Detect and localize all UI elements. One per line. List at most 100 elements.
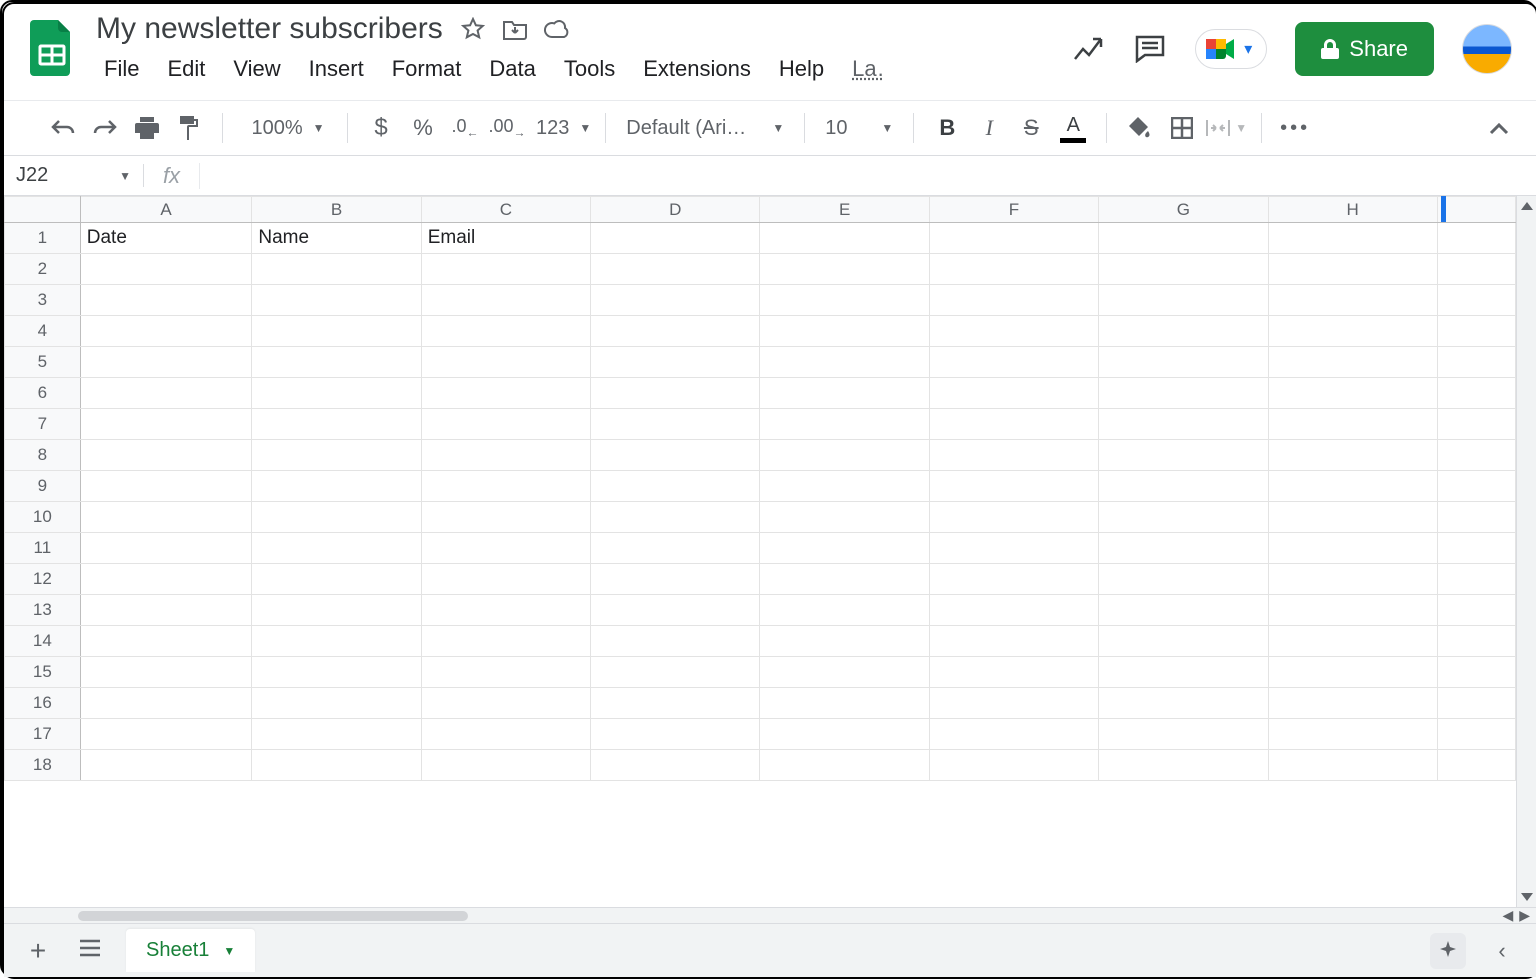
cloud-status-icon[interactable] [543, 15, 571, 43]
format-percent-button[interactable]: % [404, 109, 442, 147]
column-header-C[interactable]: C [421, 197, 590, 223]
collapse-toolbar-button[interactable] [1480, 109, 1518, 147]
cell[interactable] [252, 750, 421, 781]
cell[interactable]: Email [421, 223, 590, 254]
cell[interactable] [760, 378, 929, 409]
column-header-A[interactable]: A [80, 197, 252, 223]
cell[interactable] [929, 378, 1098, 409]
cell[interactable] [929, 750, 1098, 781]
row-header[interactable]: 6 [5, 378, 81, 409]
cell[interactable] [760, 440, 929, 471]
cell[interactable] [80, 285, 252, 316]
cell[interactable] [80, 626, 252, 657]
column-header-F[interactable]: F [929, 197, 1098, 223]
cell[interactable] [1437, 564, 1515, 595]
cell[interactable] [421, 440, 590, 471]
cell[interactable] [80, 750, 252, 781]
row-header[interactable]: 9 [5, 471, 81, 502]
cell[interactable] [252, 254, 421, 285]
merge-cells-button[interactable]: ▼ [1205, 109, 1247, 147]
cell[interactable] [929, 347, 1098, 378]
cell[interactable] [1099, 688, 1268, 719]
cell[interactable] [929, 223, 1098, 254]
cell[interactable] [421, 378, 590, 409]
cell[interactable] [80, 378, 252, 409]
move-to-drive-icon[interactable] [501, 15, 529, 43]
cell[interactable] [760, 564, 929, 595]
cell[interactable] [252, 316, 421, 347]
cell[interactable] [760, 409, 929, 440]
cell[interactable] [929, 502, 1098, 533]
cell[interactable] [591, 595, 760, 626]
cell[interactable] [252, 595, 421, 626]
sheet-tab-active[interactable]: Sheet1 ▼ [126, 929, 255, 972]
cell[interactable] [252, 688, 421, 719]
cell[interactable] [421, 688, 590, 719]
cell[interactable] [1268, 223, 1437, 254]
select-all-corner[interactable] [5, 197, 81, 223]
cell[interactable] [80, 595, 252, 626]
cell[interactable] [1099, 657, 1268, 688]
cell[interactable] [1099, 595, 1268, 626]
cell[interactable] [1437, 254, 1515, 285]
cell[interactable] [591, 409, 760, 440]
cell[interactable] [252, 657, 421, 688]
cell[interactable] [252, 626, 421, 657]
cell[interactable] [760, 347, 929, 378]
row-header[interactable]: 16 [5, 688, 81, 719]
increase-decimal-button[interactable]: .00→ [488, 109, 526, 147]
cell[interactable] [1268, 595, 1437, 626]
format-currency-button[interactable]: $ [362, 109, 400, 147]
cell[interactable] [1268, 533, 1437, 564]
zoom-select[interactable]: 100% ▼ [237, 109, 333, 147]
cell[interactable] [80, 471, 252, 502]
cell[interactable] [760, 285, 929, 316]
row-header[interactable]: 14 [5, 626, 81, 657]
cell[interactable] [80, 688, 252, 719]
row-header[interactable]: 1 [5, 223, 81, 254]
account-avatar[interactable] [1462, 24, 1512, 74]
cell[interactable] [252, 533, 421, 564]
cell[interactable] [421, 595, 590, 626]
cell[interactable] [252, 347, 421, 378]
cell[interactable] [591, 626, 760, 657]
cell[interactable] [591, 347, 760, 378]
cell[interactable] [929, 285, 1098, 316]
cell[interactable] [1099, 750, 1268, 781]
font-family-select[interactable]: Default (Ari… ▼ [620, 109, 790, 147]
horizontal-scrollbar[interactable]: ◀▶ [4, 907, 1536, 923]
spreadsheet-grid[interactable]: ABCDEFGH 1DateNameEmail23456789101112131… [4, 196, 1516, 907]
cell[interactable] [421, 564, 590, 595]
cell[interactable] [591, 750, 760, 781]
cell[interactable] [760, 316, 929, 347]
column-header-D[interactable]: D [591, 197, 760, 223]
column-header-H[interactable]: H [1268, 197, 1437, 223]
cell[interactable] [1268, 409, 1437, 440]
cell[interactable] [1268, 440, 1437, 471]
cell[interactable] [252, 409, 421, 440]
cell[interactable] [252, 378, 421, 409]
menu-insert[interactable]: Insert [295, 50, 378, 88]
cell[interactable] [80, 719, 252, 750]
cell[interactable] [421, 285, 590, 316]
menu-help[interactable]: Help [765, 50, 838, 88]
cell[interactable] [80, 347, 252, 378]
cell[interactable] [591, 564, 760, 595]
cell[interactable] [421, 626, 590, 657]
all-sheets-button[interactable] [74, 939, 106, 962]
meet-button[interactable]: ▾ [1195, 29, 1267, 69]
row-header[interactable]: 17 [5, 719, 81, 750]
comment-history-icon[interactable] [1133, 32, 1167, 66]
row-header[interactable]: 7 [5, 409, 81, 440]
cell[interactable] [591, 688, 760, 719]
menu-la[interactable]: La… [838, 50, 884, 88]
sheets-logo[interactable] [24, 12, 80, 81]
cell[interactable] [760, 502, 929, 533]
cell[interactable] [80, 502, 252, 533]
cell[interactable] [80, 564, 252, 595]
cell[interactable] [80, 409, 252, 440]
cell[interactable] [929, 440, 1098, 471]
cell[interactable] [421, 409, 590, 440]
cell[interactable] [80, 657, 252, 688]
cell[interactable] [591, 316, 760, 347]
